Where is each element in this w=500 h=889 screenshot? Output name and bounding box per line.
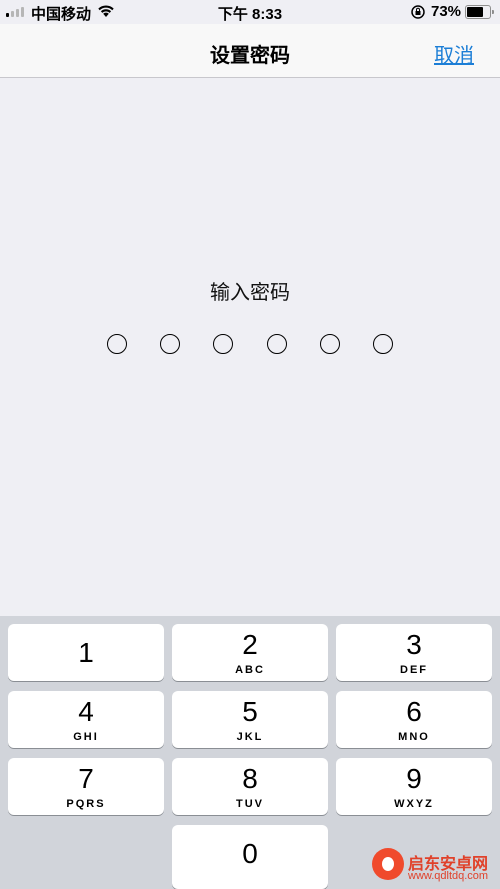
key-4[interactable]: 4 GHI [8,691,164,748]
key-letters: MNO [398,731,430,743]
passcode-dots [107,334,393,354]
key-digit: 5 [242,696,258,727]
key-digit: 6 [406,696,422,727]
key-digit: 2 [242,629,258,660]
key-1[interactable]: 1 [8,624,164,681]
key-digit: 9 [406,763,422,794]
passcode-dot [372,334,393,354]
key-letters: ABC [235,664,265,676]
passcode-dot [107,334,127,354]
key-letters: GHI [73,731,99,743]
key-digit: 4 [78,696,94,727]
passcode-dot [319,334,340,354]
navigation-bar: 设置密码 取消 [0,24,500,78]
key-letters: TUV [236,798,264,810]
key-digit: 8 [242,763,258,794]
key-8[interactable]: 8 TUV [172,758,328,815]
key-digit: 1 [78,637,94,668]
cancel-button[interactable]: 取消 [434,39,474,68]
passcode-dot [160,334,181,354]
site-watermark: 启东安卓网 www.qdltdq.com [372,846,500,889]
key-digit: 0 [242,838,258,869]
battery-icon [465,5,494,19]
key-digit: 3 [406,629,422,660]
key-2[interactable]: 2 ABC [172,624,328,681]
key-letters: WXYZ [394,798,434,810]
key-3[interactable]: 3 DEF [336,624,492,681]
passcode-prompt: 输入密码 [210,282,290,304]
key-letters: DEF [400,664,428,676]
page-title: 设置密码 [210,45,290,67]
key-letters: JKL [236,731,264,743]
key-digit: 7 [78,763,94,794]
key-letters: PQRS [66,798,106,810]
key-6[interactable]: 6 MNO [336,691,492,748]
watermark-logo-icon [372,848,404,880]
key-9[interactable]: 9 WXYZ [336,758,492,815]
passcode-dot [266,334,287,354]
key-5[interactable]: 5 JKL [172,691,328,748]
key-0[interactable]: 0 [172,825,328,889]
battery-percent: 73% [431,3,462,20]
status-bar: 中国移动 下午 8:33 73% [0,0,500,24]
rotation-lock-icon [410,5,426,24]
watermark-url: www.qdltdq.com [408,870,489,882]
key-7[interactable]: 7 PQRS [8,758,164,815]
passcode-dot [213,334,234,354]
